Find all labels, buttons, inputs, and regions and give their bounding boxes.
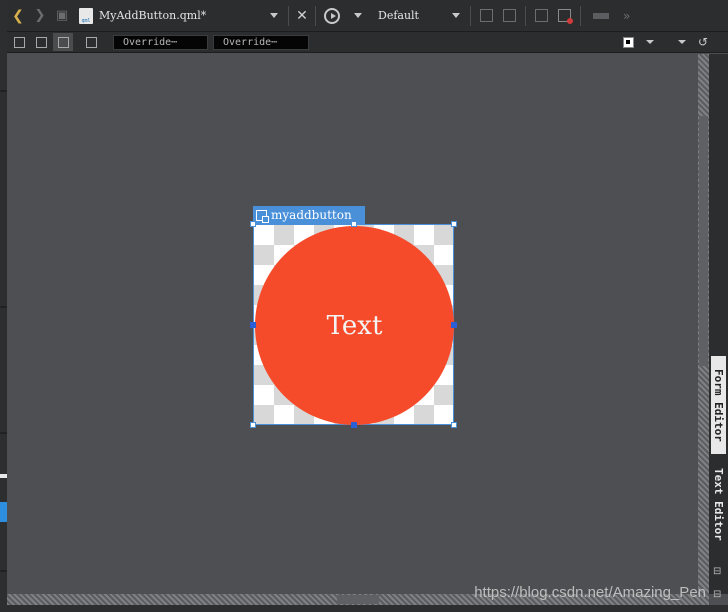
component-id-text: myaddbutton [271, 208, 352, 222]
sidebar-active-marker[interactable] [0, 502, 7, 522]
resize-handle-top-left[interactable] [250, 221, 256, 227]
divider [0, 570, 7, 572]
grid-icon[interactable] [503, 9, 516, 22]
snap-margin-icon[interactable] [9, 33, 29, 51]
lock-icon[interactable]: ▣ [51, 5, 73, 27]
sidebar-marker [0, 474, 7, 478]
qml-file-icon [79, 7, 93, 24]
watermark-text: https://blog.csdn.net/Amazing_Pen [474, 584, 706, 601]
resize-handle-right[interactable] [451, 322, 457, 328]
collapse-icon[interactable]: ⊟ [713, 566, 721, 577]
close-icon[interactable]: ✕ [293, 8, 311, 24]
tab-text-editor[interactable]: Text Editor [711, 458, 726, 550]
divider [0, 90, 7, 92]
expand-icon[interactable]: ⊟ [713, 589, 721, 600]
resize-handle-top-right[interactable] [451, 221, 457, 227]
vertical-scrollbar-thumb[interactable] [699, 116, 708, 366]
frame-icon[interactable] [535, 9, 548, 22]
divider [0, 432, 7, 434]
component-icon [256, 209, 269, 223]
left-sidebar-strip [0, 0, 7, 612]
circle-button[interactable]: Text [255, 226, 454, 425]
toolbar-separator [288, 5, 289, 26]
horizontal-scrollbar-thumb[interactable] [337, 595, 379, 604]
qt-creator-window: ❮ ❯ ▣ MyAddButton.qml* ✕ Default » Overr… [0, 0, 728, 612]
refresh-icon[interactable]: ↺ [698, 35, 708, 49]
reset-view-icon[interactable] [558, 9, 573, 24]
toolbar-separator [315, 5, 316, 26]
width-override-field[interactable]: Override⋯ [113, 34, 208, 50]
snap-anchor-icon[interactable] [31, 33, 51, 51]
fit-to-view-icon[interactable] [81, 33, 101, 51]
config-dropdown-icon[interactable] [452, 13, 460, 18]
selected-component[interactable]: Text [250, 221, 457, 428]
run-icon[interactable] [324, 7, 340, 24]
toolbar-separator [525, 5, 526, 26]
editor-mode-tabs: Form Editor Text Editor ⊟ ⊟ [709, 54, 728, 600]
resize-handle-left[interactable] [250, 322, 256, 328]
resize-handle-bottom-left[interactable] [250, 422, 256, 428]
button-text: Text [326, 310, 383, 341]
component-id-label[interactable]: myaddbutton [253, 206, 365, 224]
toolbar2-right-group: ↺ [622, 35, 728, 49]
background-color-icon[interactable] [622, 36, 634, 48]
file-name-selector[interactable]: MyAddButton.qml* [99, 9, 264, 22]
show-bounding-icon[interactable] [53, 33, 73, 51]
back-arrow-icon[interactable]: ❮ [7, 5, 29, 27]
color-dropdown-icon[interactable] [645, 40, 654, 44]
run-dropdown-icon[interactable] [354, 13, 362, 18]
resize-handle-top[interactable] [351, 221, 357, 227]
resize-handle-bottom-right[interactable] [451, 422, 457, 428]
zoom-dropdown-icon[interactable] [677, 40, 686, 44]
height-override-field[interactable]: Override⋯ [213, 34, 309, 50]
config-selector[interactable]: Default [378, 9, 446, 22]
divider [0, 306, 7, 308]
editor-toolbar: ❮ ❯ ▣ MyAddButton.qml* ✕ Default » [7, 0, 728, 32]
chevron-right-icon[interactable]: » [623, 9, 630, 23]
toolbar-separator [580, 5, 581, 26]
file-dropdown-icon[interactable] [270, 13, 278, 18]
form-editor-canvas[interactable]: myaddbutton Text [7, 54, 698, 594]
form-editor-toolbar: Override⋯ Override⋯ ↺ [7, 32, 728, 53]
vertical-scrollbar[interactable] [698, 54, 709, 594]
split-icon[interactable] [593, 12, 609, 19]
toolbar-separator [470, 5, 471, 26]
resize-handle-bottom[interactable] [351, 422, 357, 428]
layout-icon[interactable] [480, 9, 493, 22]
forward-arrow-icon[interactable]: ❯ [29, 5, 51, 27]
tab-form-editor[interactable]: Form Editor [711, 356, 726, 454]
bottom-status-strip [0, 605, 728, 612]
